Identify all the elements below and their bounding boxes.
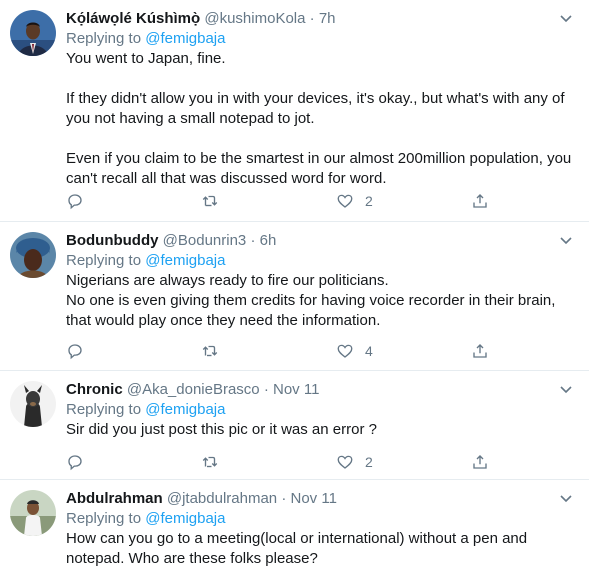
chevron-down-icon[interactable]	[559, 494, 573, 504]
timestamp[interactable]: Nov 11	[291, 490, 337, 507]
heart-icon	[337, 455, 353, 469]
replying-to: Replying to @femigbaja	[66, 251, 577, 271]
reply-feed: Kọ́láwọlé Kúshìmọ̀ @kushimoKola · 7h Rep…	[0, 0, 589, 582]
reply-tweet[interactable]: Chronic @Aka_donieBrasco · Nov 11 Replyi…	[0, 371, 589, 480]
mention-link[interactable]: @femigbaja	[145, 510, 225, 527]
tweet-text: How can you go to a meeting(local or int…	[66, 530, 528, 567]
avatar[interactable]	[10, 490, 56, 536]
reply-icon	[68, 344, 82, 360]
timestamp[interactable]: 7h	[319, 10, 336, 27]
like-button[interactable]: 2	[336, 451, 373, 473]
tweet-text: You went to Japan, fine. If they didn't …	[66, 50, 572, 187]
author-name[interactable]: Bodunbuddy	[66, 232, 158, 249]
share-button[interactable]	[471, 340, 489, 362]
timestamp[interactable]: Nov 11	[273, 381, 319, 398]
tweet-actions: 2	[66, 451, 506, 473]
author-handle[interactable]: @Aka_donieBrasco	[127, 381, 260, 398]
separator-dot: ·	[250, 232, 256, 249]
chevron-down-icon[interactable]	[559, 236, 573, 246]
timestamp[interactable]: 6h	[260, 232, 277, 249]
chevron-down-icon[interactable]	[559, 14, 573, 24]
share-icon	[473, 455, 487, 469]
reply-button[interactable]	[66, 451, 84, 473]
author-name[interactable]: Abdulrahman	[66, 490, 163, 507]
tweet-header: Bodunbuddy @Bodunrin3 · 6h	[66, 231, 577, 251]
reply-tweet[interactable]: Kọ́láwọlé Kúshìmọ̀ @kushimoKola · 7h Rep…	[0, 0, 589, 222]
avatar[interactable]	[10, 232, 56, 278]
replying-to: Replying to @femigbaja	[66, 400, 577, 420]
replying-label: Replying to	[66, 510, 142, 527]
reply-tweet[interactable]: Bodunbuddy @Bodunrin3 · 6h Replying to @…	[0, 222, 589, 371]
share-icon	[473, 344, 487, 358]
replying-to: Replying to @femigbaja	[66, 29, 577, 49]
reply-icon	[68, 194, 82, 210]
tweet-text: Nigerians are always ready to fire our p…	[66, 272, 556, 329]
reply-button[interactable]	[66, 190, 84, 212]
like-count: 2	[365, 454, 373, 470]
tweet-actions: 2	[66, 190, 506, 212]
replying-label: Replying to	[66, 30, 142, 47]
mention-link[interactable]: @femigbaja	[145, 30, 225, 47]
replying-to: Replying to @femigbaja	[66, 509, 577, 529]
retweet-icon	[202, 456, 218, 468]
tweet-header: Abdulrahman @jtabdulrahman · Nov 11	[66, 489, 577, 509]
tweet-text: Sir did you just post this pic or it was…	[66, 421, 377, 438]
like-button[interactable]: 4	[336, 340, 373, 362]
author-handle[interactable]: @jtabdulrahman	[167, 490, 277, 507]
tweet-header: Chronic @Aka_donieBrasco · Nov 11	[66, 380, 577, 400]
like-count: 4	[365, 343, 373, 359]
retweet-button[interactable]	[201, 451, 219, 473]
retweet-icon	[202, 345, 218, 357]
avatar[interactable]	[10, 10, 56, 56]
separator-dot: ·	[309, 10, 315, 27]
reply-tweet[interactable]: Abdulrahman @jtabdulrahman · Nov 11 Repl…	[0, 480, 589, 582]
replying-label: Replying to	[66, 401, 142, 418]
heart-icon	[337, 344, 353, 358]
retweet-button[interactable]	[201, 190, 219, 212]
retweet-icon	[202, 195, 218, 207]
reply-button[interactable]	[66, 340, 84, 362]
share-icon	[473, 194, 487, 208]
reply-icon	[68, 455, 82, 471]
author-handle[interactable]: @kushimoKola	[204, 10, 305, 27]
mention-link[interactable]: @femigbaja	[145, 401, 225, 418]
mention-link[interactable]: @femigbaja	[145, 252, 225, 269]
avatar[interactable]	[10, 381, 56, 427]
author-handle[interactable]: @Bodunrin3	[163, 232, 247, 249]
heart-icon	[337, 194, 353, 208]
separator-dot: ·	[281, 490, 287, 507]
share-button[interactable]	[471, 451, 489, 473]
like-count: 2	[365, 193, 373, 209]
like-button[interactable]: 2	[336, 190, 373, 212]
separator-dot: ·	[263, 381, 269, 398]
retweet-button[interactable]	[201, 340, 219, 362]
author-name[interactable]: Kọ́láwọlé Kúshìmọ̀	[66, 10, 200, 27]
tweet-actions: 4	[66, 340, 506, 362]
chevron-down-icon[interactable]	[559, 385, 573, 395]
share-button[interactable]	[471, 190, 489, 212]
tweet-header: Kọ́láwọlé Kúshìmọ̀ @kushimoKola · 7h	[66, 9, 577, 29]
author-name[interactable]: Chronic	[66, 381, 123, 398]
replying-label: Replying to	[66, 252, 142, 269]
